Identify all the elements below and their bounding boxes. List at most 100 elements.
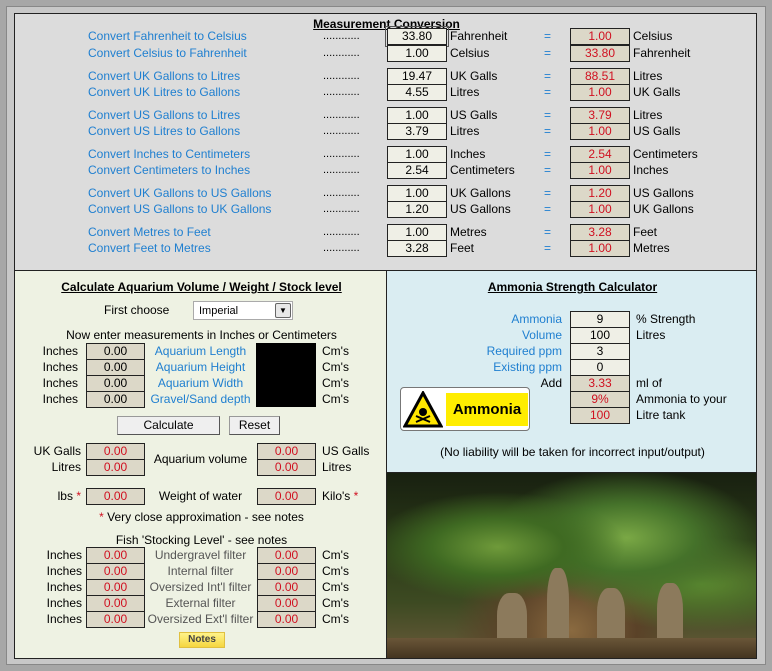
conversion-label[interactable]: Convert UK Litres to Gallons (88, 84, 240, 101)
dimension-inches-input[interactable]: 0.00 (86, 359, 145, 376)
conversion-input[interactable]: 2.54 (387, 162, 447, 179)
stocking-cms-output: 0.00 (257, 563, 316, 580)
conversion-input[interactable]: 1.20 (387, 201, 447, 218)
inches-label: Inches (42, 376, 78, 390)
ammonia-field-unit: Ammonia to your (636, 392, 727, 406)
inches-label: Inches (46, 596, 82, 610)
input-unit: Litres (450, 85, 480, 99)
dimension-label: Gravel/Sand depth (150, 392, 251, 406)
dots-leader: ............ (323, 86, 360, 98)
dots-leader: ............ (323, 47, 360, 59)
centimeter-inputs-area[interactable] (256, 343, 316, 407)
equals-sign: = (544, 202, 552, 216)
conversion-input[interactable]: 1.00 (387, 185, 447, 202)
conversion-input[interactable]: 3.79 (387, 123, 447, 140)
equals-sign: = (544, 225, 552, 239)
conversion-label[interactable]: Convert Inches to Centimeters (88, 146, 250, 163)
conversion-result: 2.54 (570, 146, 630, 163)
conversion-label[interactable]: Convert US Litres to Gallons (88, 123, 240, 140)
ammonia-field-unit: ml of (636, 376, 663, 390)
conversion-result: 1.00 (570, 84, 630, 101)
output-unit: US Gallons (633, 186, 694, 200)
conversion-input[interactable]: 4.55 (387, 84, 447, 101)
inches-label: Inches (42, 392, 78, 406)
conversion-label[interactable]: Convert US Gallons to Litres (88, 107, 240, 124)
volume-left-unit: Litres (51, 460, 81, 474)
conversion-input[interactable]: 1.00 (387, 107, 447, 124)
stocking-inches-output: 0.00 (86, 547, 145, 564)
conversion-input[interactable]: 1.00 (387, 224, 447, 241)
cms-label: Cm's (322, 564, 349, 578)
stocking-inches-output: 0.00 (86, 611, 145, 628)
equals-sign: = (544, 46, 552, 60)
conversion-input[interactable]: 3.28 (387, 240, 447, 257)
output-unit: UK Gallons (633, 202, 694, 216)
volume-right-unit: Litres (322, 460, 352, 474)
unit-system-select[interactable]: Imperial ▼ (193, 301, 293, 320)
conversion-label[interactable]: Convert Metres to Feet (88, 224, 211, 241)
conversion-result: 1.00 (570, 201, 630, 218)
inches-label: Inches (42, 360, 78, 374)
first-choose-label: First choose (104, 303, 170, 317)
dots-leader: ............ (323, 109, 360, 121)
ammonia-field-input[interactable]: 0 (570, 359, 630, 376)
volume-right-unit: US Galls (322, 444, 370, 458)
input-unit: Centimeters (450, 163, 515, 177)
conversion-result: 1.00 (570, 162, 630, 179)
dimension-inches-input[interactable]: 0.00 (86, 343, 145, 360)
ammonia-field-label: Volume (521, 328, 562, 342)
output-unit: Inches (633, 163, 669, 177)
conversion-label[interactable]: Convert UK Gallons to US Gallons (88, 185, 271, 202)
approximation-note: * Very close approximation - see notes (99, 510, 304, 524)
input-unit: Celsius (450, 46, 490, 60)
ammonia-field-unit: % Strength (636, 312, 696, 326)
conversion-result: 1.00 (570, 123, 630, 140)
conversion-input[interactable]: 1.00 (387, 45, 447, 62)
weight-of-water-label: Weight of water (158, 489, 243, 503)
ammonia-field-input[interactable]: 100 (570, 327, 630, 344)
dimension-label: Aquarium Length (154, 344, 247, 358)
ammonia-field-input[interactable]: 9 (570, 311, 630, 328)
dots-leader: ............ (323, 242, 360, 254)
equals-sign: = (544, 186, 552, 200)
equals-sign: = (544, 85, 552, 99)
conversion-result: 1.20 (570, 185, 630, 202)
measurement-conversion-panel: Measurement Conversion Convert Fahrenhei… (14, 13, 757, 271)
output-unit: Fahrenheit (633, 46, 691, 60)
stocking-title: Fish 'Stocking Level' - see notes (115, 533, 288, 547)
dimension-inches-input[interactable]: 0.00 (86, 375, 145, 392)
conversion-input[interactable]: 33.80 (385, 26, 449, 47)
reset-button[interactable]: Reset (229, 416, 280, 435)
input-unit: Metres (450, 225, 487, 239)
inches-label: Inches (46, 612, 82, 626)
conversion-result: 1.00 (570, 240, 630, 257)
filter-type-label: Oversized Ext'l filter (147, 612, 254, 626)
aquarium-volume-label: Aquarium volume (153, 452, 248, 466)
chevron-down-icon[interactable]: ▼ (275, 303, 291, 318)
equals-sign: = (544, 108, 552, 122)
conversion-label[interactable]: Convert Celsius to Fahrenheit (88, 45, 247, 62)
conversion-input[interactable]: 19.47 (387, 68, 447, 85)
dimension-label: Aquarium Height (155, 360, 246, 374)
output-unit: Celsius (633, 29, 673, 43)
conversion-label[interactable]: Convert Feet to Metres (88, 240, 211, 257)
dots-leader: ............ (323, 30, 360, 42)
notes-button[interactable]: Notes (179, 632, 225, 648)
conversion-label[interactable]: Convert Fahrenheit to Celsius (88, 28, 247, 45)
calculate-button[interactable]: Calculate (117, 416, 220, 435)
inches-label: Inches (46, 580, 82, 594)
dimension-inches-input[interactable]: 0.00 (86, 391, 145, 408)
stocking-inches-output: 0.00 (86, 563, 145, 580)
lbs-label: lbs * (57, 489, 81, 503)
ammonia-field-input[interactable]: 3 (570, 343, 630, 360)
conversion-label[interactable]: Convert US Gallons to UK Gallons (88, 201, 271, 218)
equals-sign: = (544, 69, 552, 83)
ammonia-title: Ammonia Strength Calculator (487, 280, 658, 294)
dots-leader: ............ (323, 164, 360, 176)
conversion-label[interactable]: Convert UK Gallons to Litres (88, 68, 240, 85)
stocking-cms-output: 0.00 (257, 611, 316, 628)
dots-leader: ............ (323, 125, 360, 137)
conversion-label[interactable]: Convert Centimeters to Inches (88, 162, 250, 179)
aquarium-calculator-panel: Calculate Aquarium Volume / Weight / Sto… (14, 270, 387, 659)
conversion-input[interactable]: 1.00 (387, 146, 447, 163)
